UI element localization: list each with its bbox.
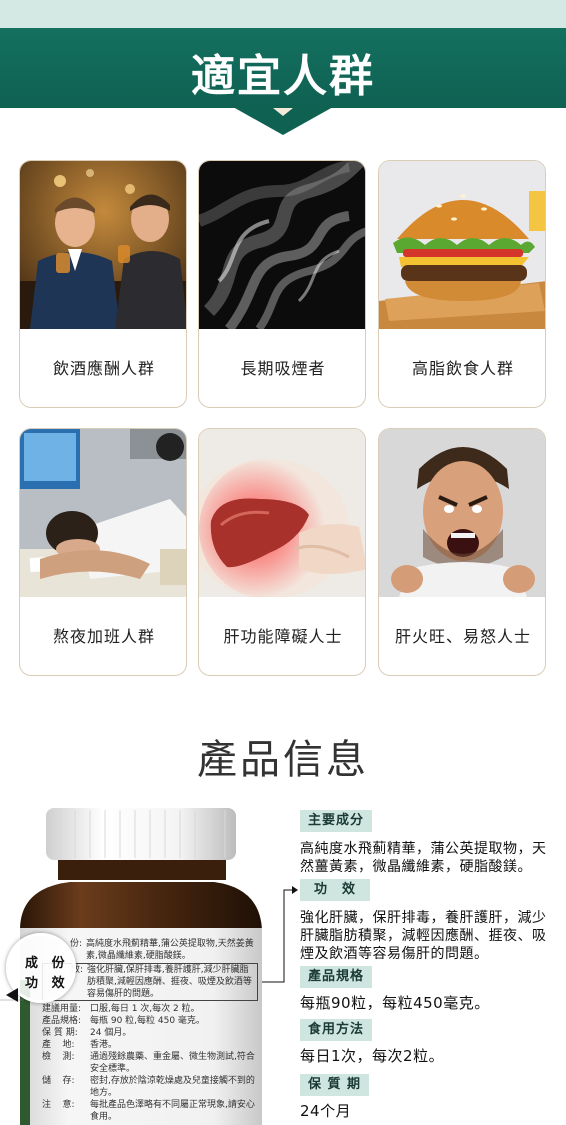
label-row-key: 產品規格: bbox=[42, 1016, 82, 1026]
smoke-photo bbox=[199, 161, 365, 329]
label-row: 檢 測: 通過殘餘農藥、重金屬、微生物測試,符合安全標準。 bbox=[42, 1051, 262, 1075]
product-bottle-image: 份: 高純度水飛薊精華,蒲公英提取物,天然姜黃素,微晶纖維素,硬脂酸鎂。 效: … bbox=[0, 800, 280, 1125]
group-label: 高脂飲食人群 bbox=[411, 359, 514, 378]
label-row: 建議用量: 口服,每日 1 次,每次 2 粒。 bbox=[42, 1003, 262, 1015]
label-row-key: 檢 測: bbox=[42, 1052, 75, 1062]
label-row: 產 地: 香港。 bbox=[42, 1039, 262, 1051]
tag-efficacy: 功 效 bbox=[300, 879, 371, 901]
magnifier-line-2: 功 效 bbox=[25, 976, 65, 991]
angry-man-photo bbox=[379, 429, 545, 597]
overtime-worker-photo bbox=[20, 429, 186, 597]
usage-text: 每日1次，每次2粒。 bbox=[300, 1047, 445, 1065]
label-row-value: 每批產品色澤略有不同屬正常現象,請安心食用。 bbox=[90, 1100, 255, 1122]
label-row-key: 產 地: bbox=[42, 1040, 75, 1050]
shelf-life-text: 24个月 bbox=[300, 1102, 352, 1120]
drinking-men-photo bbox=[20, 161, 186, 329]
group-label: 肝功能障礙人士 bbox=[223, 627, 343, 646]
callout-connector bbox=[262, 886, 298, 983]
label-row-key: 保 質 期: bbox=[42, 1028, 78, 1038]
group-card: 肝功能障礙人士 bbox=[198, 428, 366, 676]
group-card: 肝火旺、易怒人士 bbox=[378, 428, 546, 676]
spec-text: 每瓶90粒，每粒450毫克。 bbox=[300, 994, 490, 1012]
label-row: 產品規格: 每瓶 90 粒,每粒 450 毫克。 bbox=[42, 1015, 262, 1027]
label-row-value: 24 個月。 bbox=[90, 1028, 132, 1038]
label-ingredients-text: 高純度水飛薊精華,蒲公英提取物,天然姜黃素,微晶纖維素,硬脂酸鎂。 bbox=[86, 939, 254, 961]
group-label: 長期吸煙者 bbox=[240, 359, 326, 378]
tag-shelf-life: 保 質 期 bbox=[300, 1074, 370, 1096]
section-title-product-info: 產品信息 bbox=[197, 737, 369, 783]
group-card: 長期吸煙者 bbox=[198, 160, 366, 408]
label-efficacy-text: 強化肝臟,保肝排毒,養肝護肝,減少肝臟脂肪積聚,減輕因應酬、捱夜、吸煙及飲酒等容… bbox=[87, 965, 252, 999]
label-row: 保 質 期: 24 個月。 bbox=[42, 1027, 262, 1039]
liver-photo bbox=[199, 429, 365, 597]
label-row-value: 通過殘餘農藥、重金屬、微生物測試,符合安全標準。 bbox=[90, 1052, 255, 1074]
label-row-key: 注 意: bbox=[42, 1100, 75, 1110]
top-strip bbox=[0, 0, 566, 28]
magnifier-pointer-icon bbox=[6, 988, 18, 1002]
label-row-value: 密封,存放於陰涼乾燥處及兒童接觸不到的地方。 bbox=[90, 1076, 255, 1098]
group-card: 高脂飲食人群 bbox=[378, 160, 546, 408]
label-row: 儲 存: 密封,存放於陰涼乾燥處及兒童接觸不到的地方。 bbox=[42, 1075, 262, 1099]
group-label: 熬夜加班人群 bbox=[52, 627, 155, 646]
group-label: 飲酒應酬人群 bbox=[52, 359, 155, 378]
label-row-key: 儲 存: bbox=[42, 1076, 75, 1086]
label-row-value: 香港。 bbox=[90, 1040, 118, 1050]
label-row-value: 口服,每日 1 次,每次 2 粒。 bbox=[90, 1004, 200, 1014]
section-title-target-groups: 適宜人群 bbox=[191, 51, 375, 102]
burger-photo bbox=[379, 161, 545, 329]
tag-usage: 食用方法 bbox=[300, 1019, 373, 1041]
ingredients-text: 高純度水飛薊精華，蒲公英提取物，天然薑黃素，微晶纖維素，硬脂酸鎂。 bbox=[300, 841, 547, 875]
label-row-value: 每瓶 90 粒,每粒 450 毫克。 bbox=[90, 1016, 205, 1026]
label-rows: 建議用量: 口服,每日 1 次,每次 2 粒。 產品規格: 每瓶 90 粒,每粒 45… bbox=[42, 1003, 262, 1123]
group-card: 飲酒應酬人群 bbox=[19, 160, 187, 408]
banner-chevron-icon bbox=[273, 108, 293, 116]
label-row: 注 意: 每批產品色澤略有不同屬正常現象,請安心食用。 bbox=[42, 1099, 262, 1123]
tag-spec: 產品規格 bbox=[300, 966, 373, 988]
label-row-key: 建議用量: bbox=[42, 1004, 82, 1014]
group-label: 肝火旺、易怒人士 bbox=[394, 627, 531, 646]
tag-main-ingredients: 主要成分 bbox=[300, 810, 373, 832]
efficacy-text: 強化肝臟，保肝排毒，養肝護肝，減少肝臟脂肪積聚，減輕因應酬、捱夜、吸煙及飲酒等容… bbox=[300, 910, 547, 962]
group-card: 熬夜加班人群 bbox=[19, 428, 187, 676]
magnifier-line-1: 成 份 bbox=[25, 956, 65, 971]
